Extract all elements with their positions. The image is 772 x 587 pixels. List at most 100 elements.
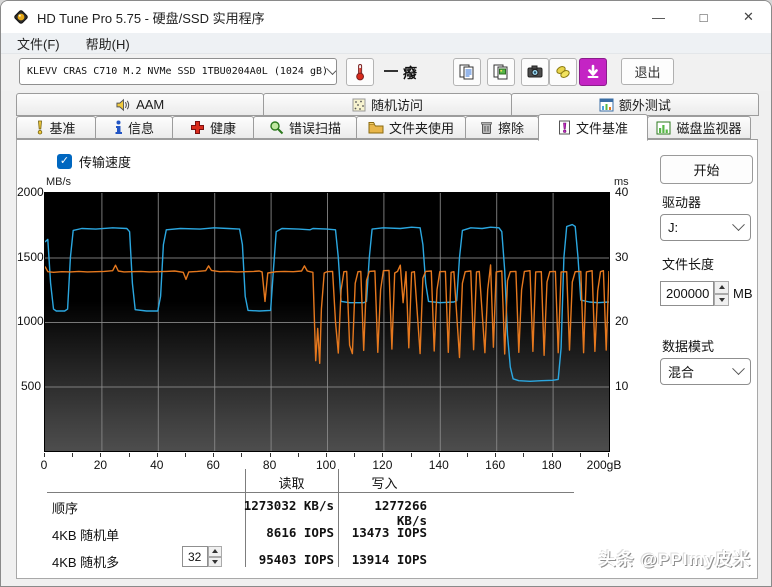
- tab-health[interactable]: 健康: [172, 116, 254, 139]
- tab-label: AAM: [136, 97, 165, 112]
- queue-depth-spin-buttons: [208, 546, 222, 567]
- y-axis-tick-label: 500: [20, 378, 41, 393]
- read-column-header: 读取: [278, 476, 305, 491]
- x-axis-minor-tick: [608, 453, 609, 457]
- y-axis-tick-label: 1500: [17, 249, 44, 264]
- x-axis-tick-label: 180: [541, 458, 562, 472]
- minimize-button[interactable]: —: [636, 1, 681, 33]
- thermometer-icon: [356, 64, 365, 81]
- donate-button[interactable]: [549, 58, 577, 86]
- spin-down-button[interactable]: [208, 556, 222, 567]
- camera-icon: [527, 65, 543, 78]
- row-sequential-label: 顺序: [52, 501, 79, 516]
- tab-disk-monitor[interactable]: 磁盘监视器: [647, 116, 751, 139]
- download-arrow-icon: [587, 64, 599, 78]
- queue-depth-input[interactable]: 32: [182, 546, 208, 567]
- x-axis-minor-tick: [128, 453, 130, 457]
- tab-error-scan[interactable]: 错误扫描: [253, 116, 357, 139]
- x-axis-tick-label: 0: [40, 458, 48, 472]
- x-axis-minor-tick: [354, 453, 356, 457]
- x-axis-minor-tick: [410, 453, 412, 457]
- x-axis-minor-tick: [100, 453, 102, 457]
- table-header-divider: [47, 492, 574, 493]
- random-single-read-value: 8616 IOPS: [266, 525, 334, 540]
- y-axis-tick-label: 1000: [17, 314, 44, 328]
- tab-benchmark[interactable]: 基准: [16, 116, 96, 139]
- sequential-read-value: 1273032 KB/s: [243, 498, 334, 513]
- random-access-icon: [352, 98, 366, 111]
- maximize-button[interactable]: □: [681, 1, 726, 33]
- tab-erase[interactable]: 擦除: [465, 116, 539, 139]
- x-axis-tick-label: 60: [206, 458, 220, 472]
- chevron-down-icon: [732, 218, 745, 232]
- y-axis-tick-label: 2000: [17, 185, 44, 199]
- transfer-speed-label: 传输速度: [79, 155, 132, 170]
- tab-aam[interactable]: AAM: [16, 93, 265, 116]
- tab-file-benchmark[interactable]: 文件基准: [538, 114, 648, 141]
- tab-label: 基准: [49, 121, 76, 136]
- x-axis-minor-tick: [579, 453, 581, 457]
- tab-info[interactable]: 信息: [95, 116, 173, 139]
- random-single-write-value: 13473 IOPS: [351, 525, 427, 540]
- drive-dropdown[interactable]: J:: [660, 214, 751, 241]
- copy-image-button[interactable]: [487, 58, 515, 86]
- data-mode-dropdown-value: 混合: [668, 365, 695, 380]
- right-axis-tick-label: 40: [615, 185, 629, 199]
- queue-depth-spinner: 32: [182, 546, 222, 567]
- update-button[interactable]: [579, 58, 607, 86]
- file-length-label: 文件长度: [662, 257, 715, 272]
- x-axis-end-label: 200gB: [586, 458, 622, 472]
- spin-up-button[interactable]: [208, 546, 222, 557]
- exit-button[interactable]: 退出: [621, 58, 674, 85]
- copy-text-icon: [459, 64, 474, 80]
- menu-help[interactable]: 帮助(H): [82, 33, 134, 54]
- donate-hands-icon: [556, 66, 570, 78]
- title-bar: HD Tune Pro 5.75 - 硬盘/SSD 实用程序 — □ ✕: [1, 1, 771, 33]
- x-axis-minor-tick: [297, 453, 299, 457]
- chevron-down-icon: [732, 362, 745, 376]
- close-button[interactable]: ✕: [726, 1, 771, 33]
- file-length-input[interactable]: 200000: [660, 281, 714, 306]
- file-length-spin-buttons: [714, 281, 729, 306]
- folder-usage-icon: [368, 122, 384, 134]
- menu-file[interactable]: 文件(F): [13, 33, 64, 54]
- x-axis-minor-tick: [269, 453, 271, 457]
- error-scan-magnifier-icon: [270, 121, 284, 135]
- disk-monitor-icon: [656, 121, 671, 134]
- transfer-speed-checkbox[interactable]: 传输速度: [57, 152, 131, 171]
- right-axis-tick-label: 30: [615, 249, 629, 264]
- random-multi-write-value: 13914 IOPS: [351, 552, 427, 567]
- copy-text-button[interactable]: [453, 58, 481, 86]
- random-multi-read-value: 95403 IOPS: [258, 552, 334, 567]
- app-window: HD Tune Pro 5.75 - 硬盘/SSD 实用程序 — □ ✕ 文件(…: [0, 0, 772, 587]
- tab-label: 擦除: [497, 121, 524, 136]
- tab-random-access[interactable]: 随机访问: [263, 93, 512, 116]
- data-mode-dropdown[interactable]: 混合: [660, 358, 751, 385]
- x-axis-minor-tick: [495, 453, 497, 457]
- spin-down-button[interactable]: [714, 293, 729, 306]
- x-axis-minor-tick: [467, 453, 468, 457]
- tab-extra-tests[interactable]: 额外测试: [510, 93, 759, 116]
- spin-up-button[interactable]: [714, 281, 729, 294]
- right-axis-tick-label: 20: [615, 314, 629, 328]
- drive-dropdown-value: J:: [668, 220, 679, 235]
- temperature-button[interactable]: [346, 58, 374, 86]
- window-title: HD Tune Pro 5.75 - 硬盘/SSD 实用程序: [37, 10, 265, 26]
- x-axis-tick-label: 80: [262, 458, 277, 472]
- drive-selector-dropdown[interactable]: KLEVV CRAS C710 M.2 NVMe SSD 1TBU0204A0L…: [19, 58, 337, 85]
- right-axis-tick-label: 10: [615, 378, 629, 393]
- x-axis-minor-tick: [185, 453, 186, 457]
- health-cross-icon: [190, 121, 204, 134]
- x-axis-tick-label: 120: [372, 458, 393, 472]
- x-axis-minor-tick: [551, 453, 553, 457]
- left-axis-unit-label: MB/s: [46, 176, 72, 188]
- row-4k-random-multi-label: 4KB 随机多: [52, 555, 120, 570]
- screenshot-button[interactable]: [521, 58, 549, 86]
- toolbar: KLEVV CRAS C710 M.2 NVMe SSD 1TBU0204A0L…: [1, 54, 771, 91]
- start-button[interactable]: 开始: [660, 155, 753, 184]
- file-length-unit-label: MB: [733, 286, 753, 301]
- extra-tests-icon: [599, 98, 614, 111]
- benchmark-chart-svg: [45, 193, 609, 451]
- tab-label: 随机访问: [370, 98, 423, 113]
- tab-folder-usage[interactable]: 文件夹使用: [356, 116, 466, 139]
